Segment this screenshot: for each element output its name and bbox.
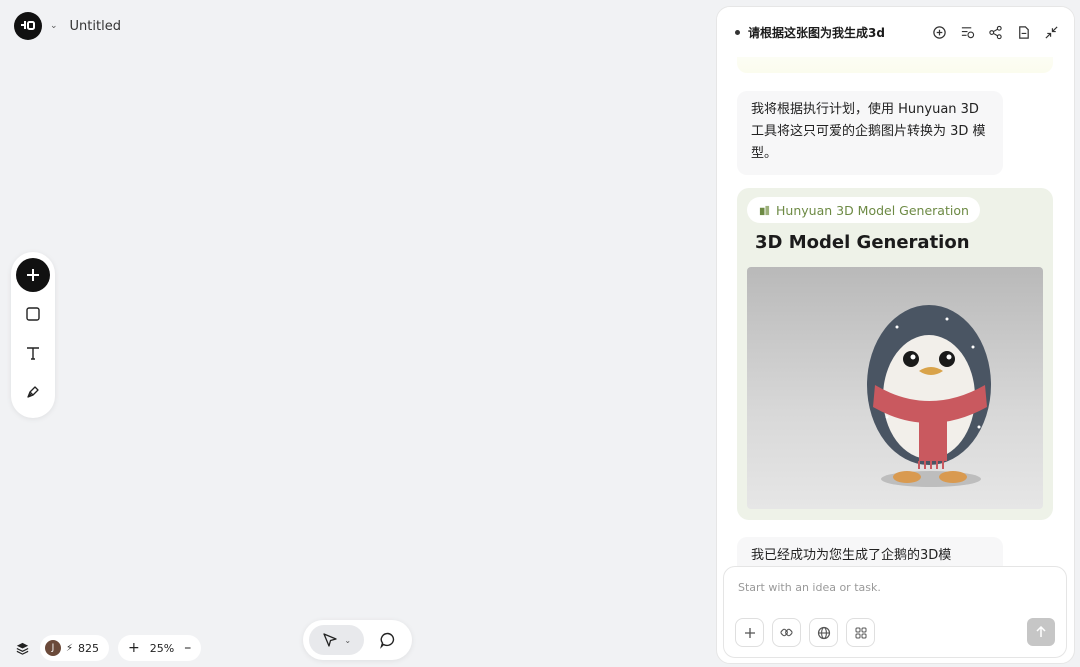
document-icon[interactable] xyxy=(1014,23,1032,41)
task-title: 请根据这张图为我生成3d xyxy=(748,25,885,40)
zoom-level[interactable]: 25% xyxy=(150,642,174,655)
web-search-button[interactable] xyxy=(809,618,838,647)
composer-actions xyxy=(735,618,875,647)
avatar[interactable]: J xyxy=(45,640,61,656)
square-icon xyxy=(26,307,40,321)
new-task-icon[interactable] xyxy=(930,23,948,41)
comment-button[interactable] xyxy=(370,625,406,655)
add-button[interactable] xyxy=(16,258,50,292)
rectangle-tool[interactable] xyxy=(16,297,50,331)
add-attachment-button[interactable] xyxy=(735,618,764,647)
tool-chip[interactable]: Hunyuan 3D Model Generation xyxy=(747,197,980,223)
zoom-out-button[interactable]: – xyxy=(184,640,191,656)
collapse-icon[interactable] xyxy=(1042,23,1060,41)
plus-icon xyxy=(27,269,39,281)
lightning-icon: ⚡︎ xyxy=(66,642,74,654)
credits-count: 825 xyxy=(78,641,100,655)
chevron-down-icon[interactable]: ⌄ xyxy=(344,636,351,645)
credits-badge[interactable]: J ⚡︎ 825 xyxy=(40,635,110,661)
history-icon[interactable] xyxy=(958,23,976,41)
link-button[interactable] xyxy=(772,618,801,647)
prompt-input[interactable] xyxy=(738,581,1048,594)
header-actions xyxy=(930,23,1060,41)
panel-header: 请根据这张图为我生成3d xyxy=(717,7,1074,57)
zoom-in-button[interactable]: + xyxy=(128,640,140,656)
left-toolbar xyxy=(11,252,55,418)
select-tool-button[interactable]: ⌄ xyxy=(309,625,365,655)
grid-icon xyxy=(855,627,866,638)
pen-icon xyxy=(27,386,39,398)
arrow-up-icon xyxy=(1036,626,1046,637)
brand-logo-icon[interactable] xyxy=(14,12,42,40)
layers-icon xyxy=(16,642,28,655)
mode-switcher: ⌄ xyxy=(303,620,412,660)
text-icon xyxy=(27,347,39,360)
model-preview[interactable] xyxy=(747,267,1043,509)
comment-icon xyxy=(380,632,395,649)
cursor-icon xyxy=(323,633,337,647)
status-dot xyxy=(735,29,740,35)
globe-icon xyxy=(817,626,830,639)
assistant-message: 我将根据执行计划，使用 Hunyuan 3D 工具将这只可爱的企鹅图片转换为 3… xyxy=(737,91,1003,175)
zoom-control: + 25% – xyxy=(118,635,202,661)
card-title: 3D Model Generation xyxy=(755,232,970,253)
share-icon[interactable] xyxy=(986,23,1004,41)
composer xyxy=(723,566,1067,658)
link-icon xyxy=(780,628,793,637)
chat-panel: 请根据这张图为我生成3d 完成3D模型生成后结束任务。 我将根据执行计划，使用 … xyxy=(716,6,1075,664)
brand-area: ⌄ Untitled xyxy=(14,12,121,40)
tool-chip-label: Hunyuan 3D Model Generation xyxy=(776,202,969,218)
tool-result-card: Hunyuan 3D Model Generation 3D Model Gen… xyxy=(737,188,1053,520)
document-title[interactable]: Untitled xyxy=(70,19,121,34)
cube-icon xyxy=(759,205,770,215)
text-tool[interactable] xyxy=(16,336,50,370)
pen-tool[interactable] xyxy=(16,375,50,409)
chevron-down-icon[interactable]: ⌄ xyxy=(50,21,58,31)
layers-button[interactable] xyxy=(8,635,36,661)
send-button[interactable] xyxy=(1027,618,1055,646)
apps-button[interactable] xyxy=(846,618,875,647)
penguin-model-image xyxy=(867,305,991,487)
plus-icon xyxy=(744,627,755,638)
